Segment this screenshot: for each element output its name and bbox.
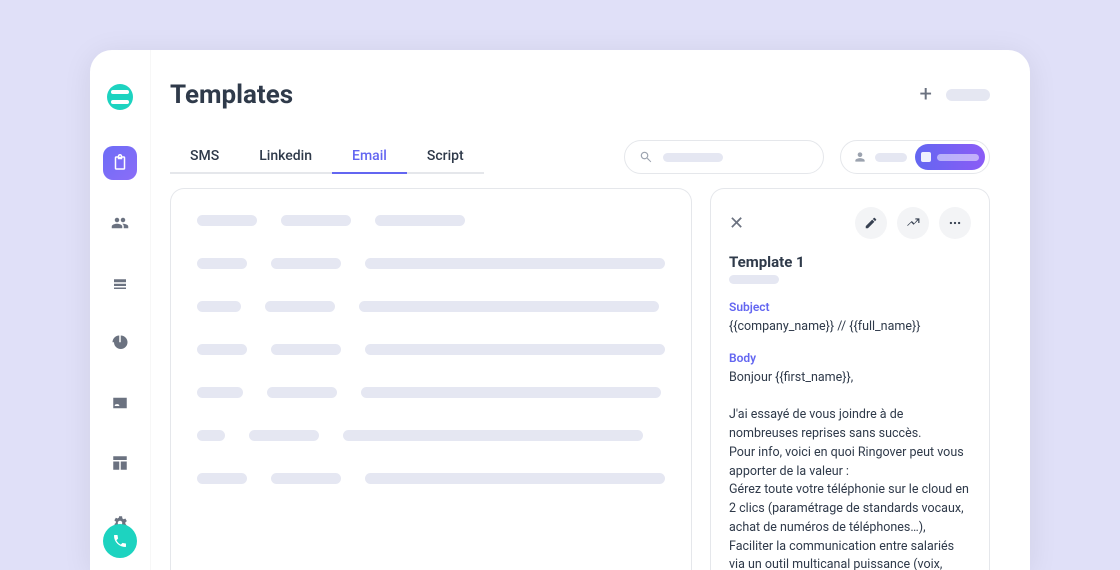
stats-button[interactable]: [897, 207, 929, 239]
page-title: Templates: [170, 80, 293, 110]
sidebar-item-layout[interactable]: [103, 446, 137, 480]
sidebar-item-reports[interactable]: [103, 326, 137, 360]
stack-icon: [111, 274, 129, 292]
sidebar: [90, 50, 150, 570]
detail-actions: [855, 207, 971, 239]
body-text: Bonjour {{first_name}}, J'ai essayé de v…: [729, 369, 971, 570]
header: Templates +: [170, 80, 990, 110]
id-card-icon: [111, 394, 129, 412]
trend-icon: [906, 216, 920, 230]
phone-fab[interactable]: [103, 524, 137, 558]
filter-control[interactable]: [840, 140, 990, 174]
main: Templates + SMS Linkedin Email Script: [150, 50, 1030, 570]
logo-icon: [107, 84, 133, 110]
edit-button[interactable]: [855, 207, 887, 239]
search-placeholder: [663, 153, 723, 162]
layout-icon: [111, 454, 129, 472]
tab-sms[interactable]: SMS: [170, 140, 239, 174]
template-title: Template 1: [729, 253, 971, 271]
subject-label: Subject: [729, 300, 971, 314]
template-meta-placeholder: [729, 275, 779, 284]
subject-value: {{company_name}} // {{full_name}}: [729, 318, 971, 337]
list-item[interactable]: [197, 430, 665, 441]
view-toggle[interactable]: [915, 144, 985, 170]
add-button[interactable]: +: [920, 84, 932, 106]
pie-chart-icon: [111, 334, 129, 352]
list-item[interactable]: [197, 387, 665, 398]
list-item[interactable]: [197, 258, 665, 269]
person-icon: [853, 150, 867, 164]
list-item[interactable]: [197, 344, 665, 355]
phone-icon: [112, 533, 128, 549]
sidebar-item-contacts[interactable]: [103, 386, 137, 420]
content: ✕ Template 1 Subject: [170, 188, 990, 570]
sidebar-item-people[interactable]: [103, 206, 137, 240]
templates-list: [170, 188, 692, 570]
list-header: [197, 215, 665, 226]
tab-email[interactable]: Email: [332, 140, 407, 174]
body-label: Body: [729, 351, 971, 365]
toolbar: SMS Linkedin Email Script: [170, 140, 990, 174]
search-input[interactable]: [624, 140, 824, 174]
detail-header: ✕: [729, 207, 971, 239]
list-item[interactable]: [197, 301, 665, 312]
tab-linkedin[interactable]: Linkedin: [239, 140, 332, 174]
search-icon: [639, 150, 653, 164]
header-actions: +: [920, 84, 990, 106]
header-placeholder: [946, 89, 990, 101]
toggle-placeholder: [937, 154, 979, 161]
grid-icon: [921, 152, 931, 162]
toolbar-right: [624, 140, 990, 174]
tabs: SMS Linkedin Email Script: [170, 140, 484, 174]
sidebar-item-stack[interactable]: [103, 266, 137, 300]
more-icon: [948, 216, 962, 230]
pencil-icon: [864, 216, 878, 230]
clipboard-icon: [111, 154, 129, 172]
people-icon: [111, 214, 129, 232]
more-button[interactable]: [939, 207, 971, 239]
app-window: Templates + SMS Linkedin Email Script: [90, 50, 1030, 570]
filter-placeholder: [875, 153, 907, 162]
sidebar-item-templates[interactable]: [103, 146, 137, 180]
list-item[interactable]: [197, 473, 665, 484]
close-icon[interactable]: ✕: [729, 213, 744, 234]
tab-script[interactable]: Script: [407, 140, 484, 174]
template-detail: ✕ Template 1 Subject: [710, 188, 990, 570]
